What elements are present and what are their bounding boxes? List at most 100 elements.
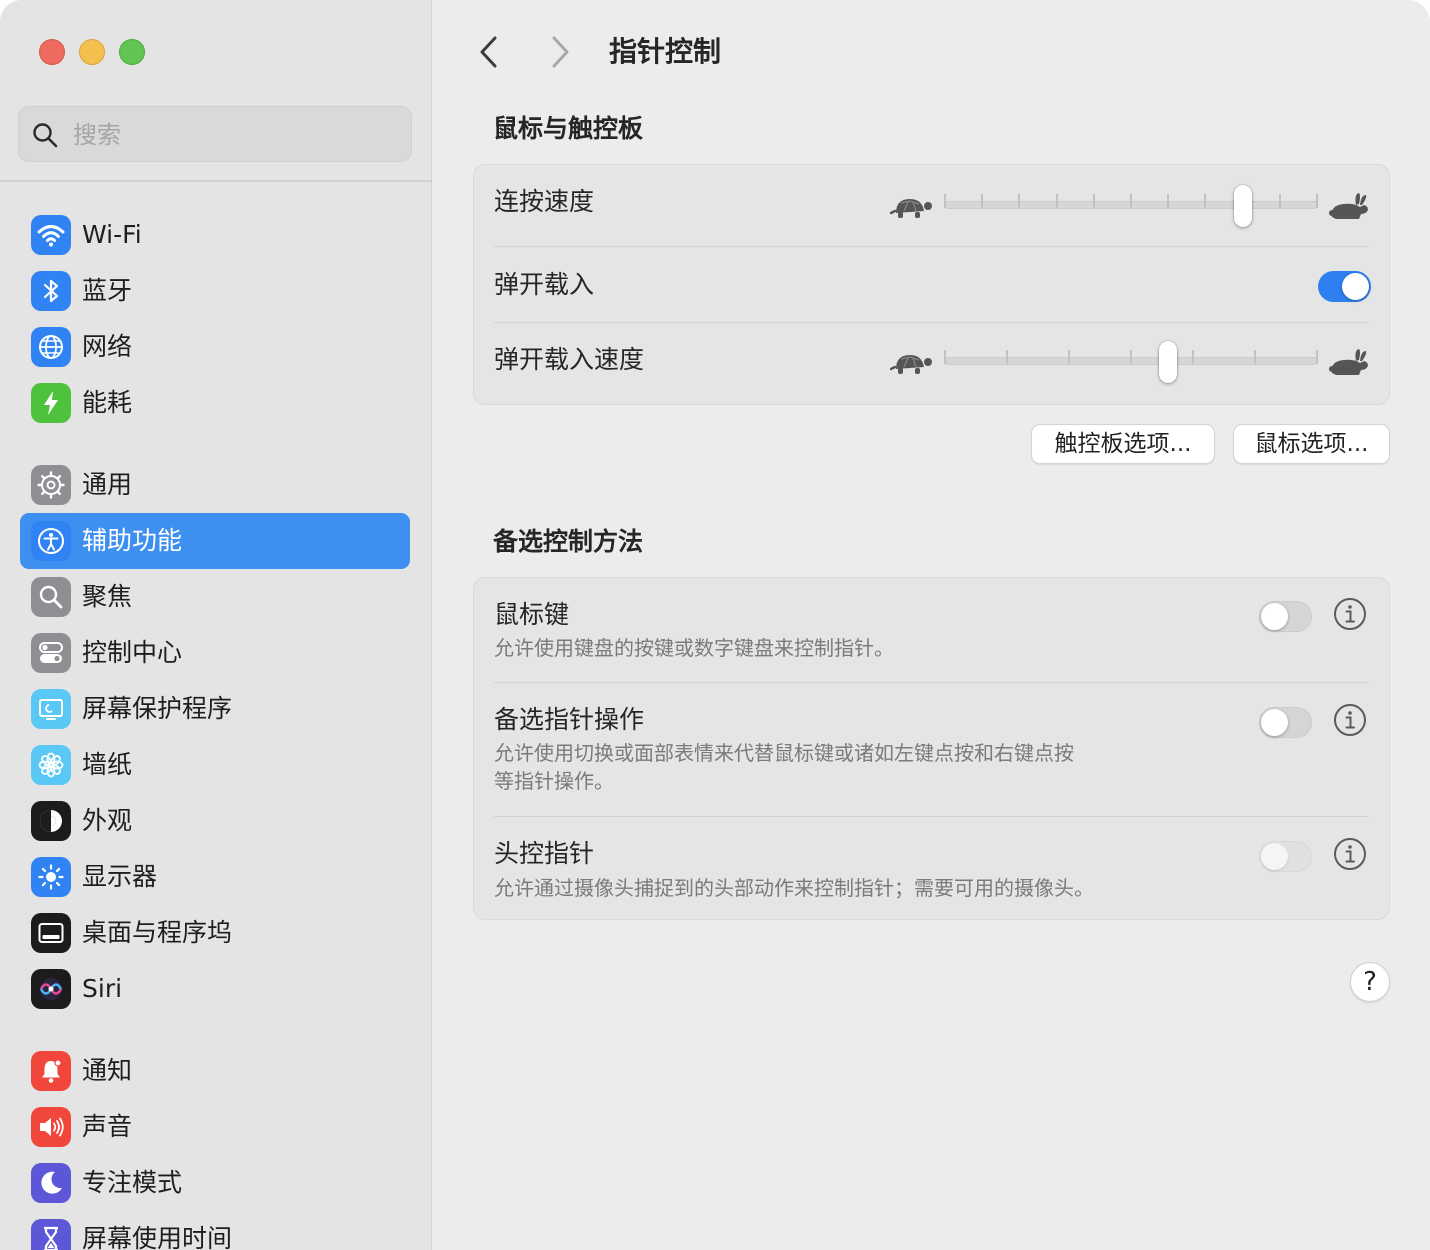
slider-tick xyxy=(1018,194,1021,208)
head-pointer-toggle[interactable] xyxy=(1259,841,1312,872)
alternate-pointer-actions-label: 备选指针操作 xyxy=(494,705,645,734)
slider-tick xyxy=(1006,350,1008,364)
spring-loading-toggle[interactable] xyxy=(1318,271,1371,302)
speaker-icon xyxy=(31,1107,71,1147)
sidebar-item-siri[interactable]: Siri xyxy=(20,961,410,1017)
sidebar-divider xyxy=(0,180,432,182)
mouse-keys-toggle[interactable] xyxy=(1259,601,1312,632)
sidebar-item-network[interactable]: 网络 xyxy=(20,319,410,375)
section-title-mouse-trackpad: 鼠标与触控板 xyxy=(493,114,644,143)
sidebar-item-displays[interactable]: 显示器 xyxy=(20,849,410,905)
sidebar-item-desktop-dock[interactable]: 桌面与程序坞 xyxy=(20,905,410,961)
switches-icon xyxy=(31,633,71,673)
rabbit-icon xyxy=(1329,349,1368,375)
alternate-control-card: 鼠标键 允许使用键盘的按键或数字键盘来控制指针。 备选指针操作 允许使用切换或面… xyxy=(473,577,1390,920)
head-pointer-info-icon[interactable] xyxy=(1333,837,1367,871)
search-field[interactable] xyxy=(18,106,412,162)
head-pointer-description: 允许通过摄像头捕捉到的头部动作来控制指针；需要可用的摄像头。 xyxy=(494,876,1094,900)
slider-knob[interactable] xyxy=(1234,185,1253,227)
slider-knob[interactable] xyxy=(1159,341,1178,383)
sidebar-item-label: 显示器 xyxy=(82,862,158,891)
sidebar-item-accessibility[interactable]: 辅助功能 xyxy=(20,513,410,569)
trackpad-options-button[interactable]: 触控板选项... xyxy=(1031,424,1215,464)
slider-tick xyxy=(981,194,984,208)
sidebar: Wi-Fi 蓝牙 网络 能耗 通用 xyxy=(0,0,432,1250)
dock-icon xyxy=(31,913,71,953)
sidebar-item-sound[interactable]: 声音 xyxy=(20,1099,410,1155)
globe-icon xyxy=(31,327,71,367)
double-click-speed-label: 连按速度 xyxy=(494,187,595,216)
slider-tick xyxy=(1254,350,1256,364)
help-button[interactable]: ? xyxy=(1350,962,1390,1002)
head-pointer-label: 头控指针 xyxy=(494,839,595,868)
slider-tick xyxy=(944,194,946,208)
sidebar-item-general[interactable]: 通用 xyxy=(20,457,410,513)
sidebar-item-label: 专注模式 xyxy=(82,1168,183,1197)
slider-tick xyxy=(1055,194,1058,208)
slider-tick xyxy=(1130,194,1132,208)
spring-loading-label: 弹开载入 xyxy=(494,270,595,299)
slider-tick xyxy=(1316,194,1318,208)
alternate-pointer-actions-toggle[interactable] xyxy=(1259,707,1312,738)
accessibility-icon xyxy=(31,521,71,561)
sidebar-item-focus[interactable]: 专注模式 xyxy=(20,1155,410,1211)
screensaver-icon xyxy=(31,689,71,729)
mouse-keys-info-icon[interactable] xyxy=(1333,597,1367,631)
slider-tick xyxy=(1192,350,1194,364)
sidebar-item-wifi[interactable]: Wi-Fi xyxy=(20,207,410,263)
toggle-knob xyxy=(1342,273,1369,300)
search-input[interactable] xyxy=(73,115,403,155)
search-icon xyxy=(33,123,58,148)
sidebar-item-screen-saver[interactable]: 屏幕保护程序 xyxy=(20,681,410,737)
main-pane: 指针控制 鼠标与触控板 连按速度 弹开载入 弹开载入速度 触控板选项... 鼠标… xyxy=(433,0,1430,1250)
sidebar-item-label: 外观 xyxy=(82,806,133,835)
sidebar-item-label: Siri xyxy=(82,974,123,1003)
sidebar-item-wallpaper[interactable]: 墙纸 xyxy=(20,737,410,793)
spring-loading-speed-slider[interactable] xyxy=(890,337,1370,387)
sidebar-item-label: 声音 xyxy=(82,1112,133,1141)
back-button[interactable] xyxy=(469,30,509,74)
slider-tick xyxy=(944,350,946,364)
alternate-pointer-actions-info-icon[interactable] xyxy=(1333,703,1367,737)
sidebar-item-label: 通用 xyxy=(82,470,133,499)
sidebar-item-spotlight[interactable]: 聚焦 xyxy=(20,569,410,625)
close-window-button[interactable] xyxy=(39,39,65,65)
mouse-options-button[interactable]: 鼠标选项... xyxy=(1233,424,1390,464)
sidebar-item-notifications[interactable]: 通知 xyxy=(20,1043,410,1099)
alternate-pointer-actions-description-line2: 等指针操作。 xyxy=(494,769,614,793)
slider-tick xyxy=(1130,350,1132,364)
settings-window: Wi-Fi 蓝牙 网络 能耗 通用 xyxy=(0,0,1430,1250)
sidebar-item-label: 蓝牙 xyxy=(82,276,133,305)
toggle-knob xyxy=(1261,603,1288,630)
moon-icon xyxy=(31,1163,71,1203)
bell-icon xyxy=(31,1051,71,1091)
minimize-window-button[interactable] xyxy=(79,39,105,65)
chevron-right-icon xyxy=(552,36,569,68)
zoom-window-button[interactable] xyxy=(119,39,145,65)
row-divider xyxy=(494,816,1369,817)
sidebar-item-label: 辅助功能 xyxy=(82,526,183,555)
sidebar-item-screen-time[interactable]: 屏幕使用时间 xyxy=(20,1211,410,1250)
double-click-speed-slider[interactable] xyxy=(890,181,1370,231)
magnifier-icon xyxy=(31,577,71,617)
wifi-icon xyxy=(31,215,71,255)
sidebar-item-appearance[interactable]: 外观 xyxy=(20,793,410,849)
bluetooth-icon xyxy=(31,271,71,311)
mouse-trackpad-card: 连按速度 弹开载入 弹开载入速度 xyxy=(473,164,1390,405)
sidebar-item-label: 屏幕使用时间 xyxy=(82,1224,233,1250)
sidebar-item-label: Wi-Fi xyxy=(82,220,142,249)
page-title: 指针控制 xyxy=(609,35,722,68)
slider-tick xyxy=(1068,350,1070,364)
spring-loading-speed-label: 弹开载入速度 xyxy=(494,345,645,374)
battery-bolt-icon xyxy=(31,383,71,423)
sidebar-item-battery[interactable]: 能耗 xyxy=(20,375,410,431)
row-divider xyxy=(494,246,1369,247)
sidebar-item-control-center[interactable]: 控制中心 xyxy=(20,625,410,681)
sidebar-item-label: 桌面与程序坞 xyxy=(82,918,233,947)
mouse-keys-description: 允许使用键盘的按键或数字键盘来控制指针。 xyxy=(494,636,894,660)
slider-tick xyxy=(1167,194,1170,208)
row-divider xyxy=(494,322,1369,323)
sidebar-item-bluetooth[interactable]: 蓝牙 xyxy=(20,263,410,319)
siri-icon xyxy=(31,969,71,1009)
forward-button[interactable] xyxy=(540,30,580,74)
